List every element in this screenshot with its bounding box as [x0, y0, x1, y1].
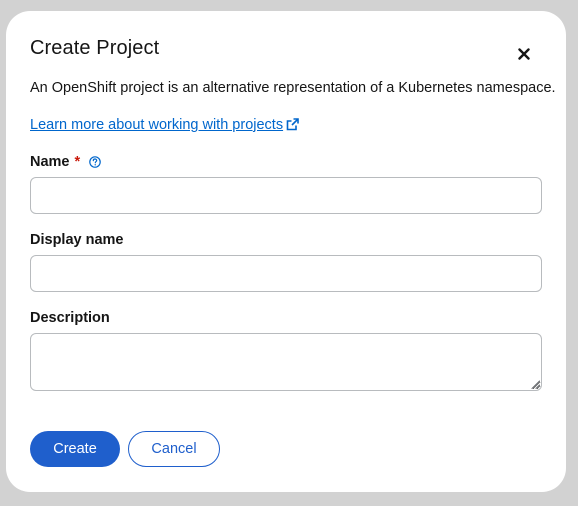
help-circle-icon[interactable] — [89, 156, 101, 168]
create-button[interactable]: Create — [30, 431, 120, 467]
description-label: Description — [30, 310, 110, 326]
description-textarea[interactable] — [30, 333, 542, 391]
description-label-row: Description — [30, 308, 110, 328]
name-input[interactable] — [30, 177, 542, 214]
close-icon — [518, 48, 530, 60]
display-name-label-row: Display name — [30, 230, 124, 250]
learn-more-link-text[interactable]: Learn more about working with projects — [30, 115, 283, 135]
resize-grip-icon[interactable] — [531, 380, 540, 389]
name-label-row: Name * — [30, 152, 101, 172]
cancel-button[interactable]: Cancel — [128, 431, 220, 467]
required-marker: * — [74, 154, 81, 170]
external-link-icon — [286, 117, 299, 131]
display-name-label: Display name — [30, 232, 124, 248]
display-name-input[interactable] — [30, 255, 542, 292]
learn-more-link[interactable]: Learn more about working with projects — [30, 115, 299, 135]
name-label: Name — [30, 154, 70, 170]
modal-title: Create Project — [30, 37, 160, 59]
close-button[interactable] — [512, 42, 536, 66]
create-project-modal: Create Project An OpenShift project is a… — [6, 11, 566, 492]
modal-description: An OpenShift project is an alternative r… — [30, 80, 556, 96]
